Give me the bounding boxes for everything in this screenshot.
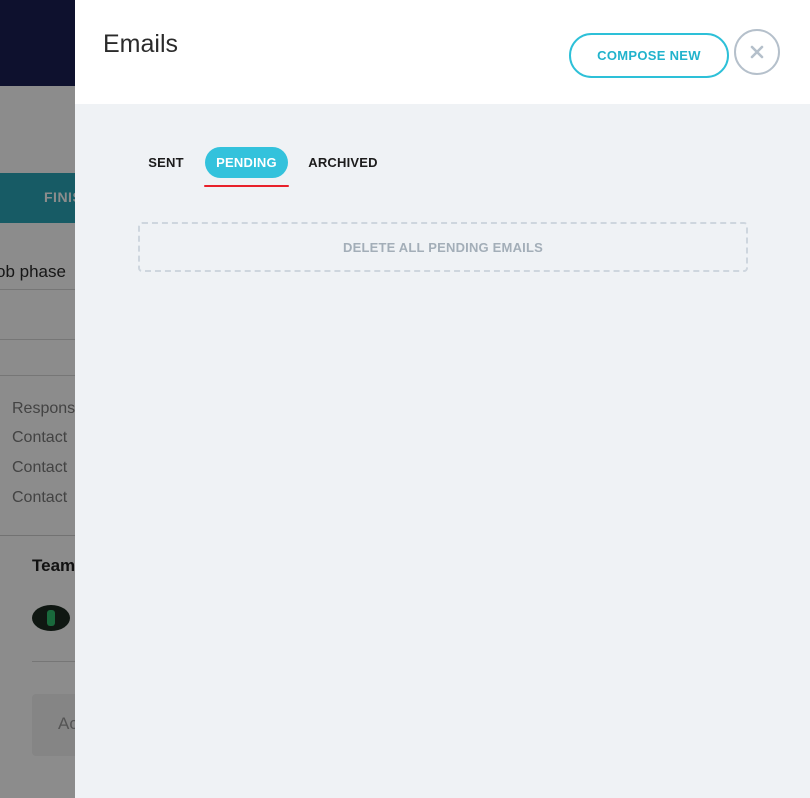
tab-pending[interactable]: PENDING xyxy=(205,147,288,178)
compose-new-button[interactable]: COMPOSE NEW xyxy=(569,33,729,78)
emails-panel: Emails COMPOSE NEW SENT PENDING ARCHIVED… xyxy=(75,0,810,798)
delete-all-pending-button[interactable]: DELETE ALL PENDING EMAILS xyxy=(138,222,748,272)
page-title: Emails xyxy=(103,30,179,58)
tab-archived[interactable]: ARCHIVED xyxy=(305,147,381,178)
email-tabs: SENT PENDING ARCHIVED xyxy=(75,147,810,187)
panel-header: Emails COMPOSE NEW xyxy=(75,0,810,104)
close-button[interactable] xyxy=(734,29,780,75)
active-tab-indicator xyxy=(204,185,289,187)
close-icon xyxy=(750,45,764,59)
tab-sent[interactable]: SENT xyxy=(137,147,195,178)
